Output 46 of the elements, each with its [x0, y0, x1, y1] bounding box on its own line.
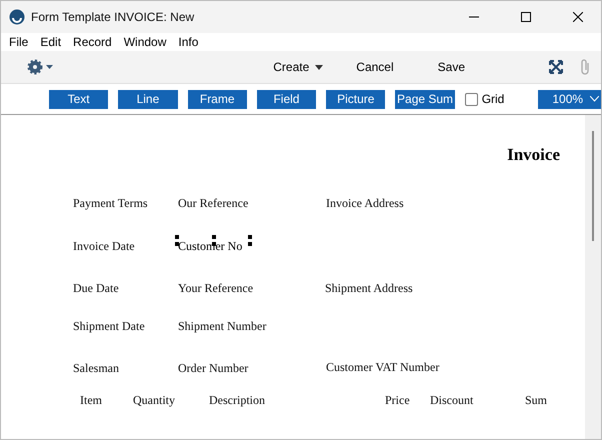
- close-icon: [573, 12, 583, 22]
- fullscreen-icon[interactable]: [549, 60, 563, 74]
- create-button[interactable]: Create: [273, 60, 324, 74]
- form-field[interactable]: Description: [209, 393, 265, 407]
- form-field[interactable]: Order Number: [178, 361, 248, 375]
- form-field[interactable]: Salesman: [73, 361, 119, 375]
- scrollbar[interactable]: [585, 115, 601, 439]
- form-field[interactable]: Due Date: [73, 281, 119, 295]
- form-field[interactable]: Our Reference: [178, 196, 248, 210]
- form-field[interactable]: Invoice Address: [326, 196, 404, 210]
- tool-button[interactable]: Field: [256, 90, 316, 108]
- form-field[interactable]: Payment Terms: [73, 196, 148, 210]
- form-field[interactable]: Price: [385, 393, 410, 407]
- form-field[interactable]: Item: [80, 393, 102, 407]
- form-field[interactable]: Shipment Number: [178, 319, 266, 333]
- form-field[interactable]: Shipment Date: [73, 319, 145, 333]
- form-field[interactable]: Quantity: [133, 393, 175, 407]
- menu-item[interactable]: Record: [67, 33, 118, 51]
- form-field[interactable]: Customer VAT Number: [326, 360, 440, 374]
- caret-icon: [315, 64, 324, 70]
- tool-button[interactable]: Frame: [188, 90, 247, 108]
- chevron-icon: [590, 96, 599, 102]
- tool-button[interactable]: Line: [118, 90, 178, 108]
- form-field[interactable]: Sum: [525, 393, 548, 407]
- menu-item[interactable]: Window: [118, 33, 172, 51]
- tool-button[interactable]: Text: [49, 90, 108, 108]
- menu-item[interactable]: Edit: [34, 33, 68, 51]
- menu-item[interactable]: File: [3, 33, 34, 51]
- paperclip-icon[interactable]: [579, 59, 591, 75]
- app-logo-icon: [9, 9, 25, 25]
- gear-icon[interactable]: [27, 59, 55, 75]
- tool-button[interactable]: Picture: [326, 90, 386, 108]
- form-field[interactable]: Discount: [430, 393, 474, 407]
- cancel-button[interactable]: Cancel: [356, 60, 394, 74]
- maximize-icon: [521, 12, 531, 22]
- form-title: Invoice: [507, 145, 560, 165]
- zoom-dropdown[interactable]: 100%: [538, 90, 601, 108]
- grid-checkbox[interactable]: Grid: [464, 92, 504, 106]
- form-field[interactable]: Customer No: [178, 239, 242, 253]
- form-field[interactable]: Shipment Address: [325, 281, 413, 295]
- menu-item[interactable]: Info: [172, 33, 204, 51]
- form-field[interactable]: Invoice Date: [73, 239, 135, 253]
- window-title: Form Template INVOICE: New: [31, 10, 196, 24]
- save-button[interactable]: Save: [438, 60, 465, 74]
- tool-button[interactable]: Page Sum: [395, 90, 455, 108]
- form-field[interactable]: Your Reference: [178, 281, 254, 295]
